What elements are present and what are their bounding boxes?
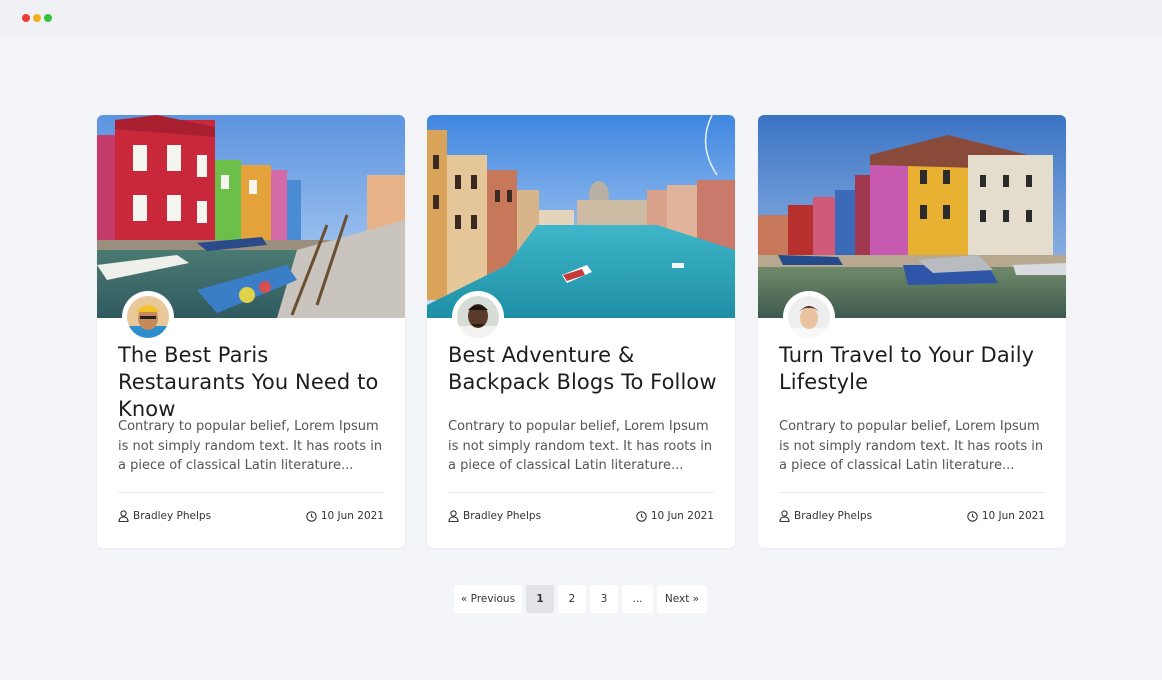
pagination: « Previous 1 2 3 ... Next » <box>454 585 711 613</box>
window-close-dot[interactable] <box>22 14 30 22</box>
window-maximize-dot[interactable] <box>44 14 52 22</box>
post-date: 10 Jun 2021 <box>636 510 714 522</box>
post-meta: Bradley Phelps 10 Jun 2021 <box>448 510 714 526</box>
blog-card[interactable]: The Best Paris Restaurants You Need to K… <box>97 115 405 548</box>
post-meta: Bradley Phelps 10 Jun 2021 <box>779 510 1045 526</box>
author-avatar-ring <box>122 291 174 343</box>
browser-window-bar <box>0 0 1162 36</box>
avatar[interactable] <box>457 296 499 338</box>
blog-card[interactable]: Turn Travel to Your Daily Lifestyle Cont… <box>758 115 1066 548</box>
author-name: Bradley Phelps <box>133 510 212 522</box>
post-date: 10 Jun 2021 <box>967 510 1045 522</box>
author-avatar-ring <box>452 291 504 343</box>
page-3-button[interactable]: 3 <box>590 585 618 613</box>
clock-icon <box>967 510 978 522</box>
post-image-island-houses[interactable] <box>758 115 1066 318</box>
author-name: Bradley Phelps <box>794 510 873 522</box>
divider <box>448 492 714 493</box>
clock-icon <box>636 510 647 522</box>
post-meta: Bradley Phelps 10 Jun 2021 <box>118 510 384 526</box>
post-image-canal-colorful-houses[interactable] <box>97 115 405 318</box>
author-name: Bradley Phelps <box>463 510 542 522</box>
divider <box>118 492 384 493</box>
date-text: 10 Jun 2021 <box>650 510 714 522</box>
user-icon <box>448 510 459 522</box>
post-title[interactable]: Best Adventure & Backpack Blogs To Follo… <box>448 342 723 396</box>
post-excerpt: Contrary to popular belief, Lorem Ipsum … <box>779 419 1044 473</box>
pagination-ellipsis: ... <box>622 585 653 613</box>
post-author[interactable]: Bradley Phelps <box>448 510 541 522</box>
date-text: 10 Jun 2021 <box>981 510 1045 522</box>
post-date: 10 Jun 2021 <box>306 510 384 522</box>
post-author[interactable]: Bradley Phelps <box>779 510 872 522</box>
avatar[interactable] <box>788 296 830 338</box>
date-text: 10 Jun 2021 <box>320 510 384 522</box>
user-icon <box>779 510 790 522</box>
divider <box>779 492 1045 493</box>
post-author[interactable]: Bradley Phelps <box>118 510 211 522</box>
post-excerpt: Contrary to popular belief, Lorem Ipsum … <box>118 419 383 473</box>
user-icon <box>118 510 129 522</box>
previous-page-button[interactable]: « Previous <box>454 585 522 613</box>
next-page-button[interactable]: Next » <box>657 585 707 613</box>
window-minimize-dot[interactable] <box>33 14 41 22</box>
clock-icon <box>306 510 317 522</box>
page-1-button[interactable]: 1 <box>526 585 554 613</box>
post-image-grand-canal[interactable] <box>427 115 735 318</box>
post-excerpt: Contrary to popular belief, Lorem Ipsum … <box>448 419 713 473</box>
post-title[interactable]: Turn Travel to Your Daily Lifestyle <box>779 342 1054 396</box>
avatar[interactable] <box>127 296 169 338</box>
post-title[interactable]: The Best Paris Restaurants You Need to K… <box>118 342 393 423</box>
page-2-button[interactable]: 2 <box>558 585 586 613</box>
author-avatar-ring <box>783 291 835 343</box>
blog-card[interactable]: Best Adventure & Backpack Blogs To Follo… <box>427 115 735 548</box>
